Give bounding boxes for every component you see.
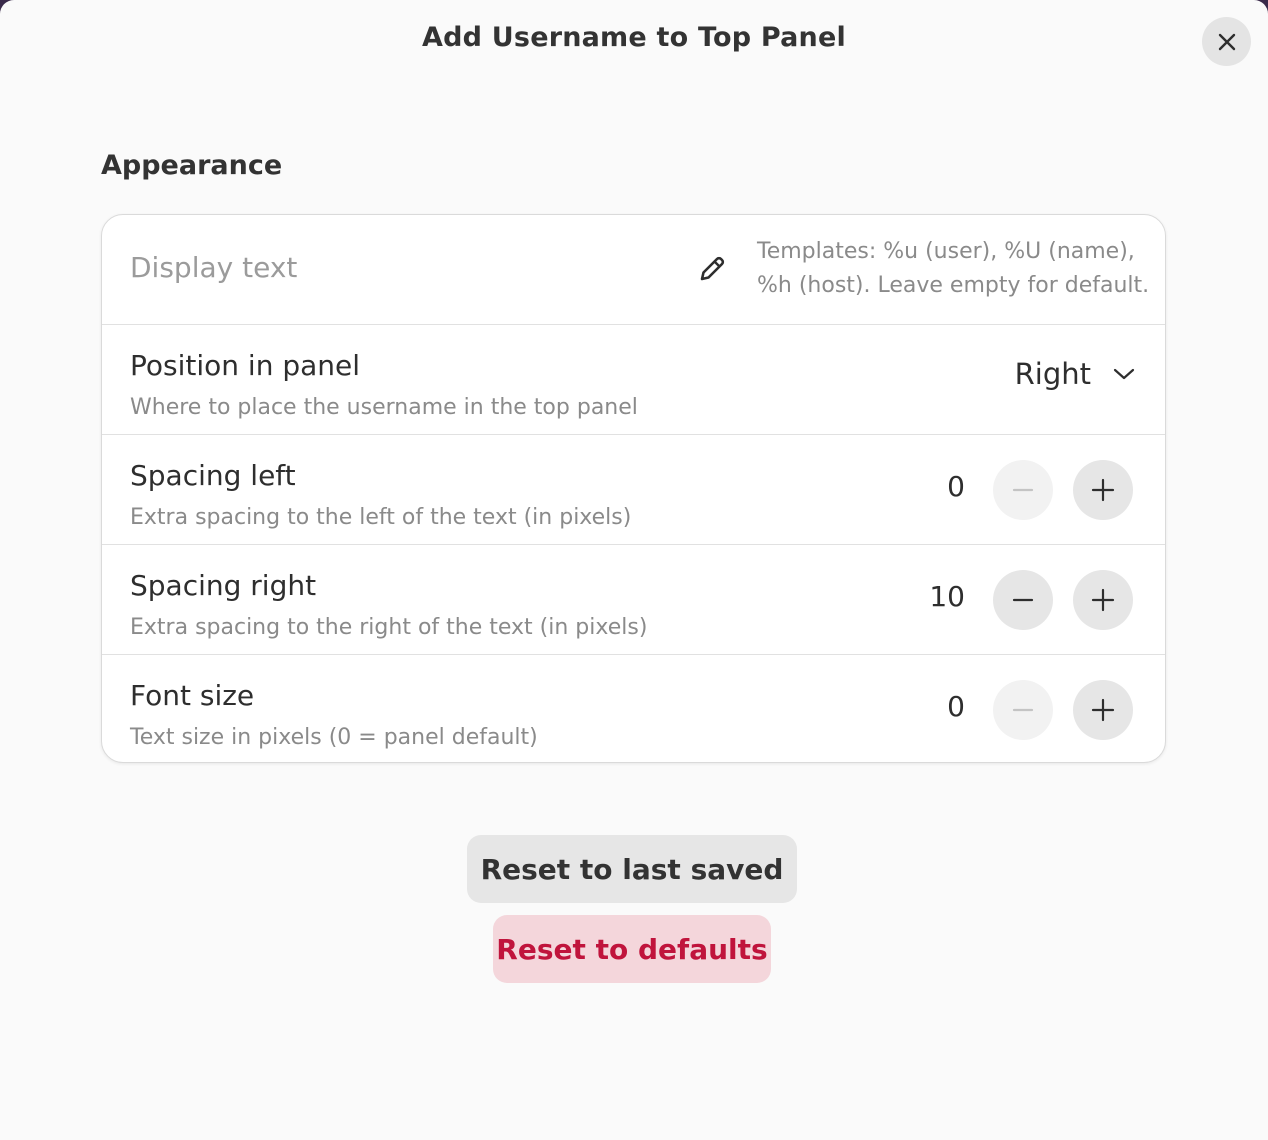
position-subtitle: Where to place the username in the top p…	[130, 395, 638, 420]
hint-line: %h (host). Leave empty for default.	[757, 273, 1150, 298]
window-title: Add Username to Top Panel	[422, 22, 846, 53]
plus-icon	[1091, 698, 1115, 722]
font-size-row: Font size Text size in pixels (0 = panel…	[102, 655, 1165, 762]
spacing-right-decrement-button[interactable]	[993, 570, 1053, 630]
spacing-right-increment-button[interactable]	[1073, 570, 1133, 630]
spacing-left-subtitle: Extra spacing to the left of the text (i…	[130, 505, 632, 530]
close-button[interactable]	[1202, 17, 1251, 66]
chevron-down-icon	[1113, 368, 1135, 380]
preferences-window: Add Username to Top Panel Appearance Dis…	[0, 0, 1268, 1140]
position-title: Position in panel	[130, 349, 361, 382]
font-size-decrement-button[interactable]	[993, 680, 1053, 740]
display-text-hint: Templates: %u (user), %U (name), %h (hos…	[757, 235, 1157, 303]
font-size-title: Font size	[130, 679, 255, 712]
position-row[interactable]: Position in panel Where to place the use…	[102, 325, 1165, 435]
spacing-right-subtitle: Extra spacing to the right of the text (…	[130, 615, 648, 640]
hint-line: Templates: %u (user), %U (name),	[757, 239, 1135, 264]
appearance-card: Display text Templates: %u (user), %U (n…	[101, 214, 1166, 763]
spacing-left-row: Spacing left Extra spacing to the left o…	[102, 435, 1165, 545]
spacing-left-title: Spacing left	[130, 459, 296, 492]
minus-icon	[1012, 708, 1034, 712]
section-title-appearance: Appearance	[101, 150, 283, 181]
spacing-right-value[interactable]: 10	[929, 580, 965, 613]
pencil-icon[interactable]	[696, 253, 728, 285]
position-value: Right	[1014, 357, 1091, 391]
plus-icon	[1091, 588, 1115, 612]
minus-icon	[1012, 488, 1034, 492]
plus-icon	[1091, 478, 1115, 502]
spacing-left-decrement-button[interactable]	[993, 460, 1053, 520]
minus-icon	[1012, 598, 1034, 602]
reset-to-last-saved-button[interactable]: Reset to last saved	[467, 835, 797, 903]
title-bar: Add Username to Top Panel	[0, 0, 1268, 82]
spacing-left-increment-button[interactable]	[1073, 460, 1133, 520]
font-size-increment-button[interactable]	[1073, 680, 1133, 740]
display-text-input[interactable]: Display text	[130, 251, 297, 284]
reset-to-defaults-button[interactable]: Reset to defaults	[493, 915, 771, 983]
position-dropdown[interactable]: Right	[1015, 357, 1135, 391]
font-size-subtitle: Text size in pixels (0 = panel default)	[130, 725, 538, 750]
close-icon	[1218, 33, 1235, 50]
spacing-right-title: Spacing right	[130, 569, 317, 602]
spacing-right-row: Spacing right Extra spacing to the right…	[102, 545, 1165, 655]
display-text-row[interactable]: Display text Templates: %u (user), %U (n…	[102, 215, 1165, 325]
font-size-value[interactable]: 0	[947, 690, 965, 723]
spacing-left-value[interactable]: 0	[947, 470, 965, 503]
